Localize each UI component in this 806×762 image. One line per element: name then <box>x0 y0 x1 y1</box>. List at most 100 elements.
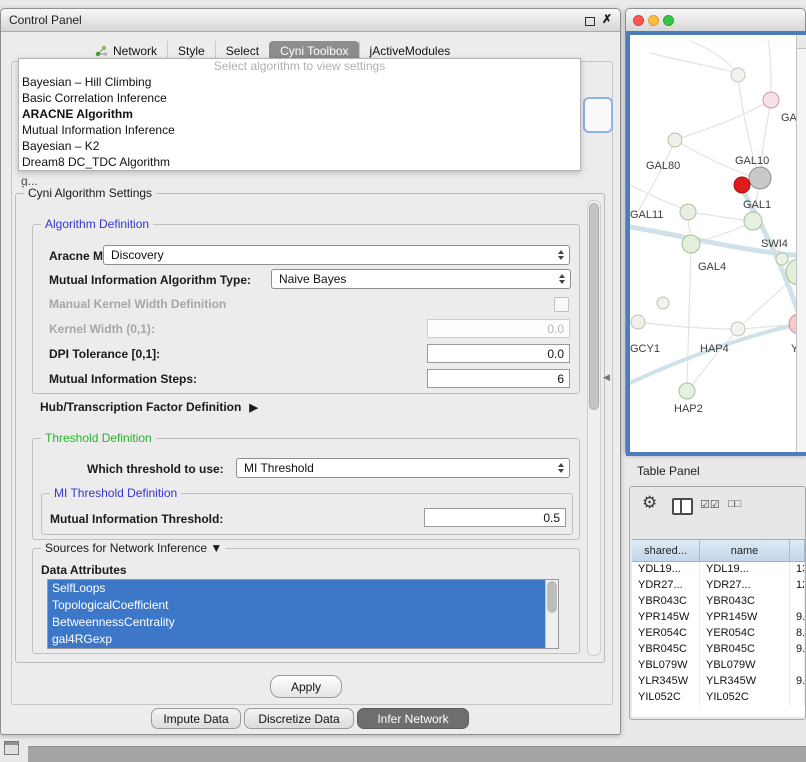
settings-scrollbar-thumb[interactable] <box>589 203 599 410</box>
attribute-item[interactable]: SelfLoops <box>48 580 546 597</box>
close-traffic-light[interactable] <box>633 15 644 26</box>
network-edge[interactable] <box>638 140 675 211</box>
expanded-arrow-icon: ▼ <box>210 541 222 555</box>
network-node[interactable] <box>668 133 682 147</box>
cell-shared-name: YBL079W <box>632 658 700 674</box>
list-scrollbar[interactable] <box>545 580 558 648</box>
dropdown-arrows-icon <box>559 274 565 284</box>
mi-steps-value: 6 <box>557 372 564 386</box>
mi-threshold-field[interactable]: 0.5 <box>424 508 566 527</box>
network-window-titlebar[interactable] <box>626 9 805 32</box>
minimize-traffic-light[interactable] <box>648 15 659 26</box>
network-edge[interactable] <box>638 322 731 329</box>
network-node[interactable] <box>734 177 750 193</box>
apply-button[interactable]: Apply <box>270 675 342 698</box>
close-icon[interactable]: ✗ <box>602 12 612 26</box>
attribute-item[interactable]: TopologicalCoefficient <box>48 597 546 614</box>
network-edge[interactable] <box>650 53 733 72</box>
table-row[interactable]: YBR043C YBR043C <box>632 594 805 610</box>
dpi-tolerance-value: 0.0 <box>547 347 564 361</box>
network-node[interactable] <box>731 322 745 336</box>
network-canvas-svg[interactable]: GAL80GAL10GAL11GAL1SWI4GAL4GCY1HAP4HAP2G… <box>630 35 806 452</box>
list-scrollbar-thumb[interactable] <box>547 581 557 613</box>
obscured-focused-button[interactable] <box>583 97 613 133</box>
table-row[interactable]: YDL19... YDL19... 13 <box>632 562 805 578</box>
network-node[interactable] <box>763 92 779 108</box>
table-row[interactable]: YPR145W YPR145W 9. <box>632 610 805 626</box>
tab-discretize-data[interactable]: Discretize Data <box>244 708 354 729</box>
aracne-mode-select[interactable]: Discovery <box>103 245 570 265</box>
tab-infer-network[interactable]: Infer Network <box>357 708 469 729</box>
network-canvas[interactable]: GAL80GAL10GAL11GAL1SWI4GAL4GCY1HAP4HAP2G… <box>630 35 806 452</box>
float-window-icon[interactable] <box>585 17 595 26</box>
dropdown-arrows-icon <box>558 250 564 260</box>
network-node[interactable] <box>731 68 745 82</box>
table-row[interactable]: YIL052C YIL052C <box>632 690 805 706</box>
network-node[interactable] <box>744 212 762 230</box>
table-row[interactable]: YBL079W YBL079W <box>632 658 805 674</box>
network-scrollbar[interactable] <box>796 35 806 452</box>
data-attributes-list[interactable]: SelfLoopsTopologicalCoefficientBetweenne… <box>47 579 559 649</box>
cell-shared-name: YDL19... <box>632 562 700 578</box>
hub-definition-expander[interactable]: Hub/Transcription Factor Definition▶ <box>40 400 258 414</box>
network-edge[interactable] <box>687 244 691 383</box>
table-row[interactable]: YER054C YER054C 8. <box>632 626 805 642</box>
network-edge[interactable] <box>768 39 771 92</box>
algorithm-option[interactable]: Bayesian – K2 <box>19 138 580 154</box>
kernel-width-field[interactable]: 0.0 <box>427 319 570 338</box>
network-edge[interactable] <box>681 100 771 138</box>
table-row[interactable]: YLR345W YLR345W 9. <box>632 674 805 690</box>
table-header-cell[interactable]: shared... <box>632 540 700 561</box>
network-node[interactable] <box>682 235 700 253</box>
table-header-cell[interactable] <box>790 540 805 561</box>
threshold-definition-title: Threshold Definition <box>41 431 156 445</box>
control-panel-window: Control Panel ✗ Network Style Select <box>0 8 621 735</box>
hide-columns-icon[interactable]: □□ <box>728 498 741 510</box>
data-attributes-label: Data Attributes <box>41 563 127 577</box>
settings-scrollbar[interactable] <box>587 200 601 656</box>
network-edge[interactable] <box>690 41 734 70</box>
network-edge[interactable] <box>630 185 682 208</box>
manual-kernel-checkbox[interactable] <box>554 297 569 312</box>
node-table: shared...name YDL19... YDL19... 13 YDR27… <box>632 539 805 717</box>
mi-steps-label: Mutual Information Steps: <box>49 372 197 386</box>
attribute-item[interactable]: gal4RGexp <box>48 631 546 648</box>
network-node[interactable] <box>679 383 695 399</box>
tab-impute-data[interactable]: Impute Data <box>151 708 241 729</box>
algorithm-option[interactable]: ARACNE Algorithm <box>19 106 580 122</box>
cell-name: YBL079W <box>700 658 790 674</box>
network-node[interactable] <box>749 167 771 189</box>
network-node[interactable] <box>657 297 669 309</box>
columns-icon[interactable] <box>672 498 693 515</box>
zoom-traffic-light[interactable] <box>663 15 674 26</box>
algorithm-option[interactable]: Bayesian – Hill Climbing <box>19 74 580 90</box>
network-scrollbar-button[interactable] <box>797 35 806 49</box>
aracne-mode-value: Discovery <box>111 248 164 262</box>
cell-extra: 13 <box>790 562 805 578</box>
network-node[interactable] <box>776 253 788 265</box>
algorithm-option[interactable]: Basic Correlation Inference <box>19 90 580 106</box>
algorithm-option[interactable]: Dream8 DC_TDC Algorithm <box>19 154 580 170</box>
gear-icon[interactable]: ⚙ <box>642 493 657 513</box>
cell-shared-name: YPR145W <box>632 610 700 626</box>
panel-collapse-icon[interactable]: ◀ <box>603 372 610 383</box>
table-header-cell[interactable]: name <box>700 540 790 561</box>
mi-threshold-value: 0.5 <box>543 511 560 525</box>
show-columns-icon[interactable]: ☑☑ <box>700 498 720 511</box>
control-panel-titlebar[interactable]: Control Panel ✗ <box>1 9 620 32</box>
which-threshold-select[interactable]: MI Threshold <box>236 458 570 478</box>
dropdown-arrows-icon <box>558 463 564 473</box>
attribute-item[interactable]: BetweennessCentrality <box>48 614 546 631</box>
dpi-tolerance-field[interactable]: 0.0 <box>427 344 570 363</box>
mi-type-value: Naive Bayes <box>279 272 346 286</box>
mi-steps-field[interactable]: 6 <box>427 369 570 388</box>
network-node[interactable] <box>680 204 696 220</box>
restore-panel-icon[interactable] <box>4 741 19 755</box>
table-body: YDL19... YDL19... 13 YDR27... YDR27... 1… <box>632 562 805 706</box>
table-row[interactable]: YDR27... YDR27... 12 <box>632 578 805 594</box>
table-row[interactable]: YBR045C YBR045C 9. <box>632 642 805 658</box>
network-node[interactable] <box>631 315 645 329</box>
algorithm-option[interactable]: Mutual Information Inference <box>19 122 580 138</box>
sources-title[interactable]: Sources for Network Inference ▼ <box>41 541 226 555</box>
mi-type-select[interactable]: Naive Bayes <box>271 269 571 289</box>
